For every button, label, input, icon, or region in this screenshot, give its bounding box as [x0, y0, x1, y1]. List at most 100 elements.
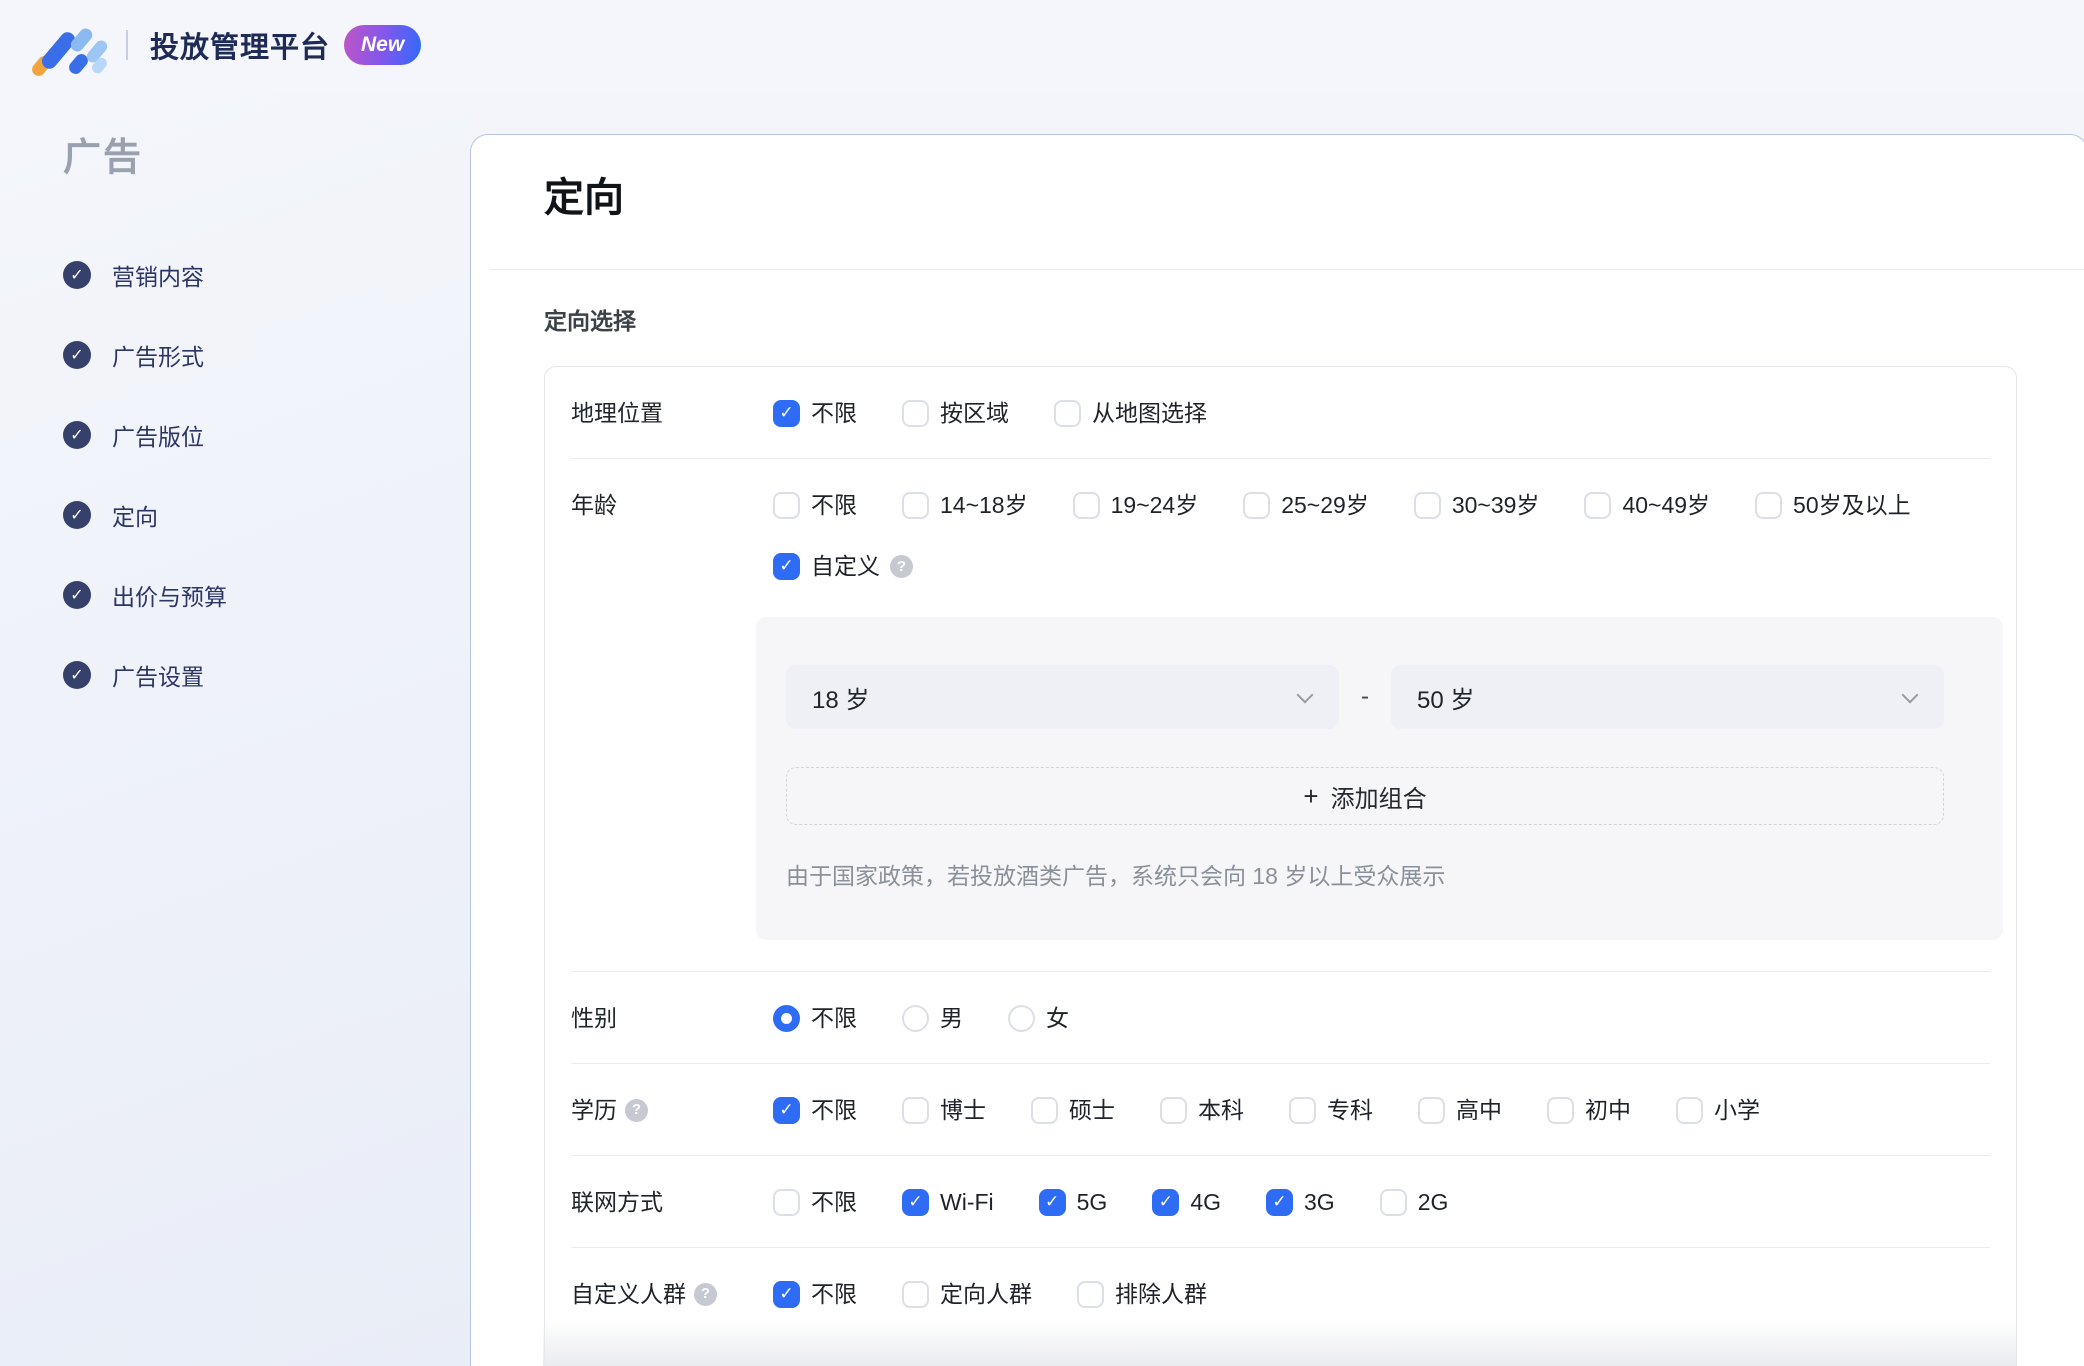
checkbox-icon[interactable]	[1755, 491, 1783, 519]
checkbox-option[interactable]: 不限	[773, 1188, 857, 1216]
sidebar-item-label: 广告形式	[112, 344, 204, 370]
checkbox-option[interactable]: Wi-Fi	[902, 1188, 994, 1216]
radio-option[interactable]: 不限	[773, 1004, 857, 1032]
checkbox-option[interactable]: 高中	[1418, 1096, 1502, 1124]
checkbox-icon[interactable]	[1054, 399, 1081, 427]
checkbox-icon[interactable]	[1243, 491, 1271, 519]
sidebar-item-targeting[interactable]: 定向	[0, 475, 470, 555]
checkbox-icon[interactable]	[1077, 1280, 1104, 1308]
page-title: 定向	[544, 176, 624, 220]
checkbox-icon[interactable]	[1413, 491, 1441, 519]
checkbox-option[interactable]: 本科	[1160, 1096, 1244, 1124]
checkbox-icon[interactable]	[773, 491, 800, 519]
age-range-row: 18 岁 - 50 岁	[786, 665, 1944, 729]
app-header: 投放管理平台 New	[0, 0, 2084, 90]
sidebar-item-label: 营销内容	[112, 264, 204, 290]
form-row-education: 学历 不限 博士 硕士 本科 专科 高中 初中 小学	[571, 1064, 1990, 1156]
checkbox-icon[interactable]	[773, 399, 800, 427]
checkbox-option[interactable]: 小学	[1676, 1096, 1760, 1124]
add-combination-button[interactable]: + 添加组合	[786, 767, 1944, 825]
checkbox-icon[interactable]	[1547, 1096, 1574, 1124]
checkbox-option[interactable]: 40~49岁	[1584, 491, 1710, 519]
form-row-network: 联网方式 不限 Wi-Fi 5G 4G 3G 2G	[571, 1156, 1990, 1248]
checkbox-option[interactable]: 自定义	[773, 552, 913, 580]
checkbox-option[interactable]: 按区域	[902, 399, 1009, 427]
checkbox-icon[interactable]	[1266, 1188, 1294, 1216]
sidebar-item-marketing-content[interactable]: 营销内容	[0, 235, 470, 315]
checkbox-option[interactable]: 不限	[773, 491, 857, 519]
checkbox-option[interactable]: 25~29岁	[1243, 491, 1369, 519]
checkbox-icon[interactable]	[773, 552, 800, 580]
option-label: 3G	[1304, 1189, 1335, 1215]
sidebar-item-bid-budget[interactable]: 出价与预算	[0, 555, 470, 635]
checkbox-option[interactable]: 硕士	[1031, 1096, 1115, 1124]
checkbox-icon[interactable]	[1676, 1096, 1703, 1124]
option-label: 30~39岁	[1451, 492, 1540, 518]
option-label: 硕士	[1069, 1097, 1115, 1123]
checkbox-icon[interactable]	[1379, 1188, 1407, 1216]
row-label-text: 性别	[571, 1005, 617, 1031]
checkbox-icon[interactable]	[1418, 1096, 1445, 1124]
checkbox-icon[interactable]	[902, 491, 929, 519]
checkbox-icon[interactable]	[1584, 491, 1612, 519]
step-done-check-icon	[63, 581, 91, 609]
age-to-select[interactable]: 50 岁	[1391, 665, 1944, 729]
checkbox-option[interactable]: 50岁及以上	[1755, 491, 1911, 519]
checkbox-icon[interactable]	[902, 399, 929, 427]
checkbox-option[interactable]: 不限	[773, 1280, 857, 1308]
step-done-check-icon	[63, 261, 91, 289]
checkbox-icon[interactable]	[1152, 1188, 1180, 1216]
sidebar-item-ad-settings[interactable]: 广告设置	[0, 635, 470, 715]
geo-options: 不限 按区域 从地图选择	[773, 399, 1982, 427]
checkbox-option[interactable]: 专科	[1289, 1096, 1373, 1124]
checkbox-option[interactable]: 定向人群	[902, 1280, 1032, 1308]
checkbox-icon[interactable]	[1038, 1188, 1066, 1216]
age-range-panel: 18 岁 - 50 岁 + 添加组合 由于国家政策，若投放酒类广告，系统只会向 …	[756, 617, 2003, 940]
checkbox-option[interactable]: 30~39岁	[1413, 491, 1540, 519]
checkbox-icon[interactable]	[902, 1188, 929, 1216]
sidebar-item-ad-placement[interactable]: 广告版位	[0, 395, 470, 475]
row-label-gender: 性别	[571, 1004, 717, 1032]
age-from-select[interactable]: 18 岁	[786, 665, 1339, 729]
radio-option[interactable]: 女	[1008, 1004, 1069, 1032]
radio-option[interactable]: 男	[902, 1004, 963, 1032]
checkbox-icon[interactable]	[1160, 1096, 1187, 1124]
row-label-geo: 地理位置	[571, 399, 717, 427]
checkbox-option[interactable]: 3G	[1266, 1188, 1335, 1216]
radio-icon[interactable]	[902, 1004, 929, 1032]
checkbox-option[interactable]: 排除人群	[1077, 1280, 1207, 1308]
add-combination-label: 添加组合	[1330, 785, 1427, 813]
checkbox-icon[interactable]	[902, 1280, 929, 1308]
checkbox-option[interactable]: 19~24岁	[1072, 491, 1198, 519]
radio-icon[interactable]	[1008, 1004, 1035, 1032]
checkbox-icon[interactable]	[902, 1096, 929, 1124]
checkbox-option[interactable]: 从地图选择	[1054, 399, 1207, 427]
option-label: 小学	[1714, 1097, 1760, 1123]
checkbox-icon[interactable]	[1289, 1096, 1316, 1124]
help-icon[interactable]	[890, 554, 913, 578]
sidebar-step-list: 营销内容 广告形式 广告版位 定向 出价与预算 广告设置	[0, 235, 470, 715]
checkbox-icon[interactable]	[1072, 491, 1100, 519]
help-icon[interactable]	[625, 1098, 648, 1122]
checkbox-option[interactable]: 不限	[773, 1096, 857, 1124]
option-label: 初中	[1585, 1097, 1631, 1123]
checkbox-option[interactable]: 不限	[773, 399, 857, 427]
checkbox-option[interactable]: 初中	[1547, 1096, 1631, 1124]
checkbox-option[interactable]: 博士	[902, 1096, 986, 1124]
checkbox-option[interactable]: 5G	[1038, 1188, 1107, 1216]
option-label: 50岁及以上	[1793, 492, 1911, 518]
age-from-value: 18 岁	[812, 686, 870, 714]
option-label: 专科	[1327, 1097, 1373, 1123]
checkbox-option[interactable]: 14~18岁	[902, 491, 1028, 519]
sidebar-item-ad-format[interactable]: 广告形式	[0, 315, 470, 395]
form-row-geo: 地理位置 不限 按区域 从地图选择	[571, 367, 1990, 459]
checkbox-icon[interactable]	[1031, 1096, 1058, 1124]
help-icon[interactable]	[694, 1282, 717, 1306]
checkbox-option[interactable]: 4G	[1152, 1188, 1221, 1216]
checkbox-option[interactable]: 2G	[1379, 1188, 1448, 1216]
checkbox-icon[interactable]	[773, 1280, 800, 1308]
custom-audience-options: 不限 定向人群 排除人群	[773, 1280, 1982, 1308]
checkbox-icon[interactable]	[773, 1096, 800, 1124]
radio-icon[interactable]	[773, 1004, 800, 1032]
checkbox-icon[interactable]	[773, 1188, 800, 1216]
